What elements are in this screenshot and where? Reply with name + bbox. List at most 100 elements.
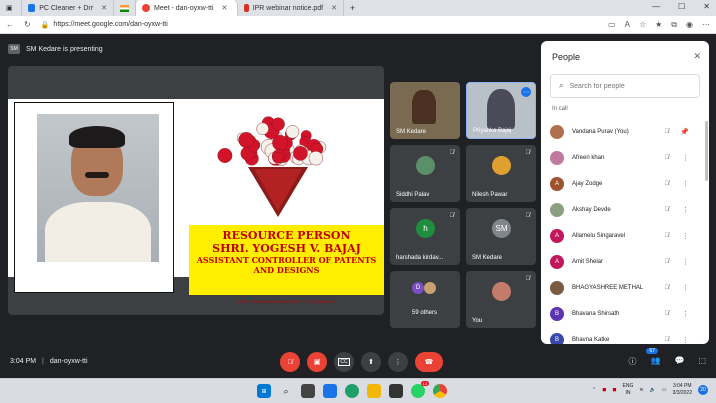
refresh-icon[interactable]: ↻ <box>24 20 31 29</box>
tray-app-icon[interactable]: ◼ <box>602 387 606 393</box>
notification-badge[interactable]: 20 <box>698 385 708 395</box>
close-tab-icon[interactable]: ✕ <box>222 4 228 12</box>
camera-icon[interactable]: ▭ <box>608 20 616 30</box>
volume-icon[interactable]: 🔈 <box>650 387 656 393</box>
close-tab-icon[interactable]: ✕ <box>331 4 337 12</box>
more-options-icon[interactable]: ⋮ <box>682 154 689 162</box>
more-options-icon[interactable]: ⋮ <box>682 232 689 240</box>
self-tile[interactable]: 🎙̸ You <box>466 271 536 328</box>
more-options-icon[interactable]: ⋮ <box>682 206 689 214</box>
back-icon[interactable]: ← <box>6 20 14 29</box>
close-tab-icon[interactable]: ✕ <box>101 4 107 12</box>
favorite-icon[interactable]: ☆ <box>639 20 646 30</box>
mic-off-icon: 🎙̸ <box>664 311 670 317</box>
clock[interactable]: 3:04 PM 3/3/2022 <box>673 383 692 397</box>
participant-tile[interactable]: 🎙̸ Siddhi Palav <box>390 145 460 202</box>
file-explorer-icon[interactable] <box>367 384 381 398</box>
rose-bouquet-image <box>217 116 327 217</box>
list-item[interactable]: Vandana Purav (You) 🎙̸ 📌 <box>541 119 709 145</box>
participant-tile[interactable]: ⋯ Priyanka Bajaj <box>466 82 536 139</box>
participant-name: Nilesh Pawar <box>472 192 508 198</box>
list-item[interactable]: Akshay Devde 🎙̸ ⋮ <box>541 197 709 223</box>
more-options-icon[interactable]: ⋮ <box>682 336 689 344</box>
participant-name: harshada kirdav... <box>396 255 444 261</box>
list-item[interactable]: A Amit Shelar 🎙̸ ⋮ <box>541 249 709 275</box>
mic-off-icon: 🎙̸ <box>525 276 531 282</box>
mic-toggle-button[interactable]: 🎙̸ <box>280 352 300 372</box>
participant-tile[interactable]: 🎙̸ h harshada kirdav... <box>390 208 460 265</box>
tab-meet[interactable]: Meet - dan-oyxw-tti ✕ <box>136 0 238 16</box>
read-aloud-icon[interactable]: A <box>625 20 630 30</box>
whatsapp-icon[interactable]: 13 <box>411 381 429 398</box>
tab-ipr-pdf[interactable]: IPR webinar notice.pdf ✕ <box>238 0 344 16</box>
video-feed <box>412 90 436 124</box>
list-item[interactable]: A Allamelu Singaravel 🎙̸ ⋮ <box>541 223 709 249</box>
more-options-icon[interactable]: ⋮ <box>682 310 689 318</box>
mic-off-icon: 🎙̸ <box>664 207 670 213</box>
menu-icon[interactable]: ⋯ <box>702 20 710 30</box>
participant-name: Bhavna Katke <box>572 337 610 343</box>
search-box[interactable]: ⌕ <box>550 74 700 98</box>
rose <box>256 122 269 135</box>
more-options-icon[interactable]: ⋮ <box>682 180 689 188</box>
others-tile[interactable]: D 59 others <box>390 271 460 328</box>
tray-app-icon[interactable]: ◼ <box>612 387 616 393</box>
close-window-icon[interactable]: ✕ <box>703 2 710 11</box>
list-item[interactable]: A Ajay Zodge 🎙̸ ⋮ <box>541 171 709 197</box>
task-view-icon[interactable] <box>301 384 315 398</box>
camera-toggle-button[interactable]: ▣̸ <box>307 352 327 372</box>
participant-tile[interactable]: 🎙̸ Nilesh Pawar <box>466 145 536 202</box>
language-indicator[interactable]: ENG IN <box>623 383 634 397</box>
mic-off-icon: 🎙̸ <box>664 285 670 291</box>
chrome-icon[interactable] <box>433 384 447 398</box>
list-item[interactable]: Afreen khan 🎙̸ ⋮ <box>541 145 709 171</box>
profile-icon[interactable]: ◉ <box>686 20 693 30</box>
activities-icon[interactable]: ⬚ <box>698 356 706 367</box>
search-input[interactable] <box>569 82 690 90</box>
meeting-controls-bar: 3:04 PM | dan-oyxw-tti 🎙̸ ▣̸ CC ⬆ ⋮ ☎ ⓘ … <box>0 348 716 376</box>
more-options-icon[interactable]: ⋯ <box>521 87 531 97</box>
more-options-icon[interactable]: ⋮ <box>682 258 689 266</box>
maximize-icon[interactable]: ☐ <box>678 2 685 11</box>
battery-icon[interactable]: ▭ <box>662 387 667 393</box>
wifi-icon[interactable]: ≋ <box>639 387 643 393</box>
widgets-icon[interactable] <box>323 384 337 398</box>
store-icon[interactable] <box>389 384 403 398</box>
leave-call-button[interactable]: ☎ <box>415 352 443 372</box>
rose <box>285 125 300 139</box>
tab-flag[interactable] <box>114 0 136 16</box>
close-panel-icon[interactable]: ✕ <box>693 51 701 62</box>
tab-pc-cleaner[interactable]: PC Cleaner + Driver Updater ✕ <box>22 0 114 16</box>
edge-icon[interactable] <box>345 384 359 398</box>
favorites-icon[interactable]: ★ <box>655 20 662 30</box>
list-item[interactable]: B Bhavana Shirsath 🎙̸ ⋮ <box>541 301 709 327</box>
pin-icon[interactable]: 📌 <box>680 128 689 136</box>
address-bar[interactable]: 🔒 https://meet.google.com/dan-oyxw-tti <box>41 21 608 29</box>
new-tab-button[interactable]: + <box>344 0 361 16</box>
participant-avatar <box>550 203 564 217</box>
scrollbar[interactable] <box>705 121 708 181</box>
browser-toolbar: ▭ A ☆ ★ ⧉ ◉ ⋯ <box>608 20 710 30</box>
participant-tile[interactable]: 🎙̸ SM SM Kedare <box>466 208 536 265</box>
tray-chevron-icon[interactable]: ⌃ <box>592 387 596 393</box>
more-options-icon[interactable]: ⋮ <box>682 284 689 292</box>
people-icon[interactable]: 👥 <box>651 356 661 367</box>
clock-time: 3:04 PM <box>672 383 692 389</box>
rose <box>271 117 285 131</box>
self-avatar <box>492 282 511 301</box>
collections-icon[interactable]: ⧉ <box>671 20 677 30</box>
start-icon[interactable]: ⊞ <box>257 384 271 398</box>
chat-icon[interactable]: 💬 <box>674 356 684 367</box>
more-options-button[interactable]: ⋮ <box>388 352 408 372</box>
call-controls: 🎙̸ ▣̸ CC ⬆ ⋮ ☎ <box>280 352 443 372</box>
search-icon[interactable]: ⌕ <box>279 384 293 398</box>
meeting-details-icon[interactable]: ⓘ <box>629 356 637 367</box>
address-bar-row: ← ↻ 🔒 https://meet.google.com/dan-oyxw-t… <box>0 16 716 34</box>
participant-tile[interactable]: SM Kedare <box>390 82 460 139</box>
list-item[interactable]: B Bhavna Katke 🎙̸ ⋮ <box>541 327 709 344</box>
tab-actions-button[interactable]: ▣ <box>0 0 22 16</box>
present-button[interactable]: ⬆ <box>361 352 381 372</box>
list-item[interactable]: BHAGYASHREE METHAL 🎙̸ ⋮ <box>541 275 709 301</box>
minimize-icon[interactable]: — <box>652 2 660 11</box>
captions-button[interactable]: CC <box>334 352 354 372</box>
